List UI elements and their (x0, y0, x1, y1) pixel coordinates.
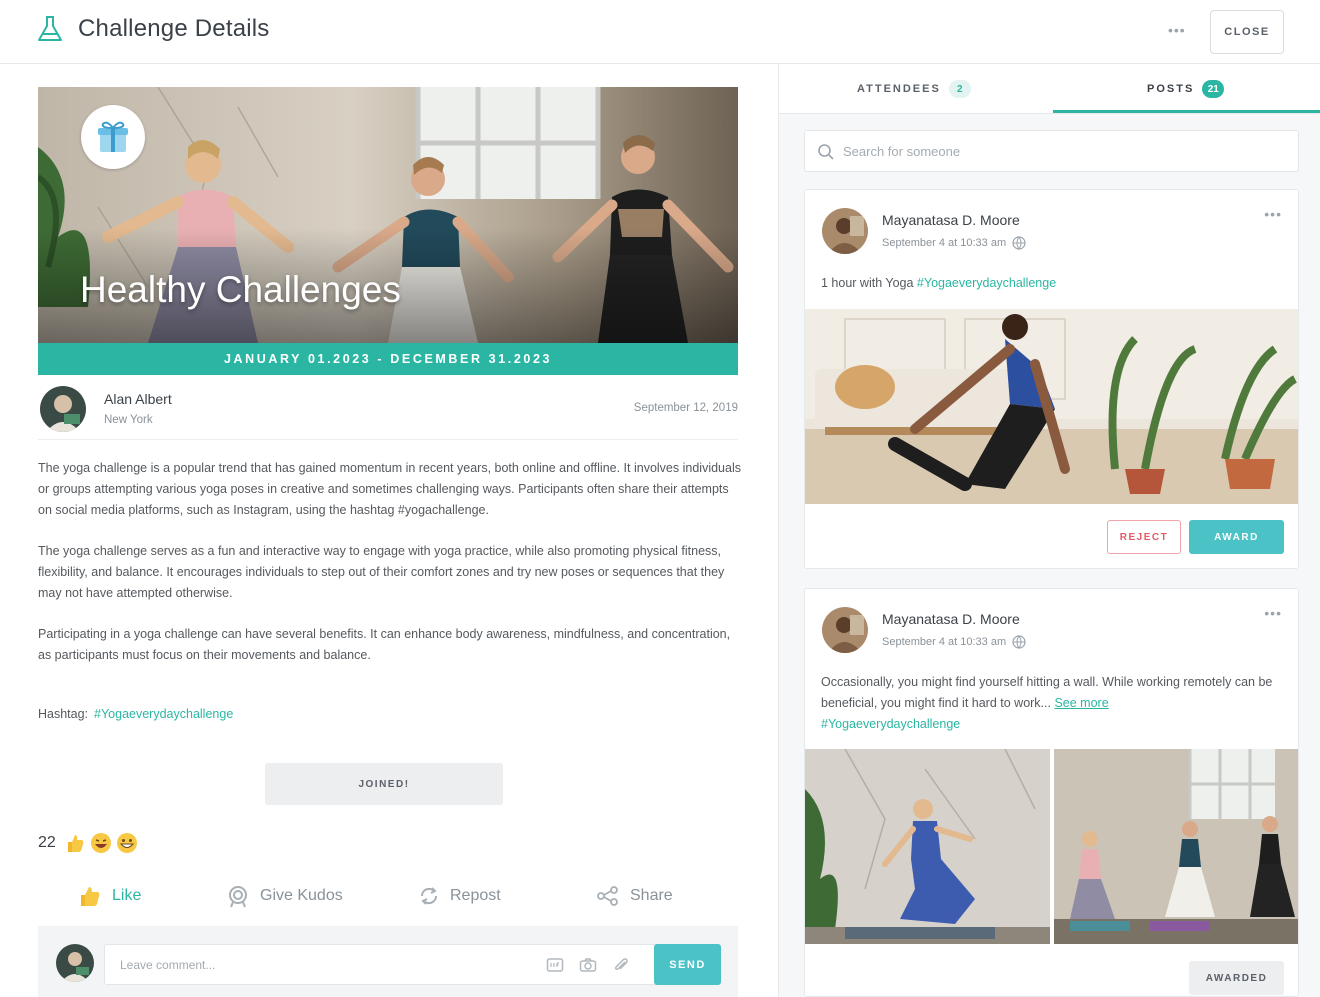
post-meta: September 4 at 10:33 am (882, 635, 1026, 649)
post-text: 1 hour with Yoga #Yogaeverydaychallenge (821, 273, 1281, 294)
attendees-count-badge: 2 (948, 80, 971, 98)
share-button[interactable]: Share (596, 878, 673, 914)
post-more-icon[interactable]: ••• (1264, 605, 1282, 621)
description-paragraph: Participating in a yoga challenge can ha… (38, 627, 731, 662)
search-input[interactable] (843, 131, 1283, 171)
attachment-icon[interactable] (612, 956, 630, 974)
thumbs-up-emoji-icon (67, 835, 84, 852)
like-label: Like (112, 887, 142, 904)
title-wrap: Challenge Details (36, 14, 270, 44)
post-hashtag-link[interactable]: #Yogaeverydaychallenge (917, 276, 1056, 290)
post-hashtag-link[interactable]: #Yogaeverydaychallenge (821, 717, 960, 731)
give-kudos-button[interactable]: Give Kudos (226, 878, 343, 914)
thumbs-up-icon (81, 887, 100, 906)
post-text: Occasionally, you might find yourself hi… (821, 672, 1281, 735)
post-body: 1 hour with Yoga (821, 276, 917, 290)
globe-icon (1012, 635, 1026, 649)
gift-badge (81, 105, 145, 169)
laugh-emoji-icon (90, 833, 111, 853)
post-author-avatar[interactable] (822, 607, 868, 653)
comment-input[interactable] (105, 945, 525, 984)
kudos-medal-icon (229, 886, 247, 908)
post-card: Mayanatasa D. Moore September 4 at 10:33… (804, 189, 1299, 569)
author-row: Alan Albert New York September 12, 2019 (38, 384, 738, 440)
date-range-bar: JANUARY 01.2023 - DECEMBER 31.2023 (38, 343, 738, 375)
author-location: New York (104, 414, 153, 426)
current-user-avatar (56, 944, 94, 982)
comment-bar: SEND (38, 926, 738, 997)
reactions-summary[interactable]: 22 (38, 832, 142, 854)
globe-icon (1012, 236, 1026, 250)
like-button[interactable]: Like (78, 878, 141, 914)
more-options-icon[interactable]: ••• (1168, 22, 1186, 38)
hashtag-line: Hashtag: #Yogaeverydaychallenge (38, 707, 233, 721)
author-avatar[interactable] (40, 386, 86, 432)
page-title: Challenge Details (78, 15, 270, 42)
challenge-banner: Healthy Challenges JANUARY 01.2023 - DEC… (38, 87, 738, 375)
tab-posts[interactable]: POSTS 21 (1147, 64, 1225, 114)
tab-attendees[interactable]: ATTENDEES 2 (857, 64, 971, 114)
post-date: September 12, 2019 (633, 402, 738, 414)
send-button[interactable]: SEND (654, 944, 721, 985)
reject-button[interactable]: REJECT (1107, 520, 1181, 554)
flask-icon (38, 16, 62, 41)
posts-count-badge: 21 (1202, 80, 1225, 98)
description-paragraph: The yoga challenge is a popular trend th… (38, 461, 741, 517)
post-timestamp: September 4 at 10:33 am (882, 636, 1007, 648)
post-author-name[interactable]: Mayanatasa D. Moore (882, 212, 1020, 228)
repost-button[interactable]: Repost (418, 878, 501, 914)
post-photo-gallery[interactable] (805, 749, 1299, 944)
tab-bar: ATTENDEES 2 POSTS 21 (779, 64, 1320, 114)
gif-icon[interactable] (546, 956, 564, 974)
hashtag-label: Hashtag: (38, 707, 89, 721)
share-label: Share (630, 887, 673, 904)
tab-posts-label: POSTS (1147, 83, 1195, 95)
post-author-name[interactable]: Mayanatasa D. Moore (882, 611, 1020, 627)
post-author-avatar[interactable] (822, 208, 868, 254)
close-button[interactable]: CLOSE (1210, 10, 1284, 54)
active-tab-indicator (1053, 110, 1320, 113)
camera-icon[interactable] (579, 956, 597, 974)
hashtag-link[interactable]: #Yogaeverydaychallenge (94, 707, 233, 721)
repost-icon (420, 887, 438, 905)
post-timestamp: September 4 at 10:33 am (882, 237, 1007, 249)
banner-title: Healthy Challenges (80, 269, 401, 310)
see-more-link[interactable]: See more (1054, 696, 1108, 710)
repost-label: Repost (450, 887, 501, 904)
post-more-icon[interactable]: ••• (1264, 206, 1282, 222)
search-icon (818, 144, 834, 160)
tab-attendees-label: ATTENDEES (857, 83, 941, 95)
award-button[interactable]: AWARD (1189, 520, 1284, 554)
gift-icon (98, 121, 128, 152)
comment-input-wrap (104, 944, 682, 985)
reaction-count: 22 (38, 834, 56, 851)
post-card: Mayanatasa D. Moore September 4 at 10:33… (804, 588, 1299, 997)
post-meta: September 4 at 10:33 am (882, 236, 1026, 250)
header: Challenge Details ••• CLOSE (0, 0, 1320, 64)
grin-emoji-icon (116, 833, 137, 853)
share-icon (597, 886, 618, 906)
description-paragraph: The yoga challenge serves as a fun and i… (38, 544, 725, 600)
search-box (804, 130, 1299, 172)
challenge-description: The yoga challenge is a popular trend th… (38, 458, 743, 686)
author-name[interactable]: Alan Albert (104, 391, 172, 407)
awarded-button[interactable]: AWARDED (1189, 961, 1284, 995)
post-body: Occasionally, you might find yourself hi… (821, 675, 1273, 710)
kudos-label: Give Kudos (260, 887, 343, 904)
joined-button[interactable]: JOINED! (265, 763, 503, 805)
post-actions: Like Give Kudos Repost Share (38, 878, 738, 914)
post-photo[interactable] (805, 309, 1299, 504)
